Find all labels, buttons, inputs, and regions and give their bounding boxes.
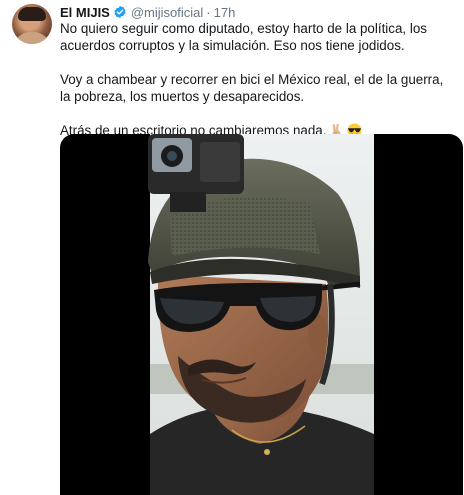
author-name[interactable]: El MIJIS xyxy=(60,5,110,20)
avatar-shirt xyxy=(14,32,50,44)
tweet-timestamp[interactable]: 17h xyxy=(214,5,236,20)
tweet-header: El MIJIS @mijisoficial · 17h xyxy=(60,3,235,21)
tweet[interactable]: El MIJIS @mijisoficial · 17h No quiero s… xyxy=(0,0,464,495)
video-player[interactable] xyxy=(60,134,463,495)
tweet-text: No quiero seguir como diputado, estoy ha… xyxy=(60,20,454,142)
video-frame xyxy=(148,134,374,495)
tweet-paragraph: No quiero seguir como diputado, estoy ha… xyxy=(60,21,427,53)
author-avatar[interactable] xyxy=(12,4,52,44)
avatar-hair xyxy=(18,7,46,21)
author-handle[interactable]: @mijisoficial xyxy=(131,5,203,20)
tweet-paragraph: Voy a chambear y recorrer en bici el Méx… xyxy=(60,72,444,104)
header-separator: · xyxy=(206,4,211,20)
verified-badge-icon xyxy=(114,5,126,19)
